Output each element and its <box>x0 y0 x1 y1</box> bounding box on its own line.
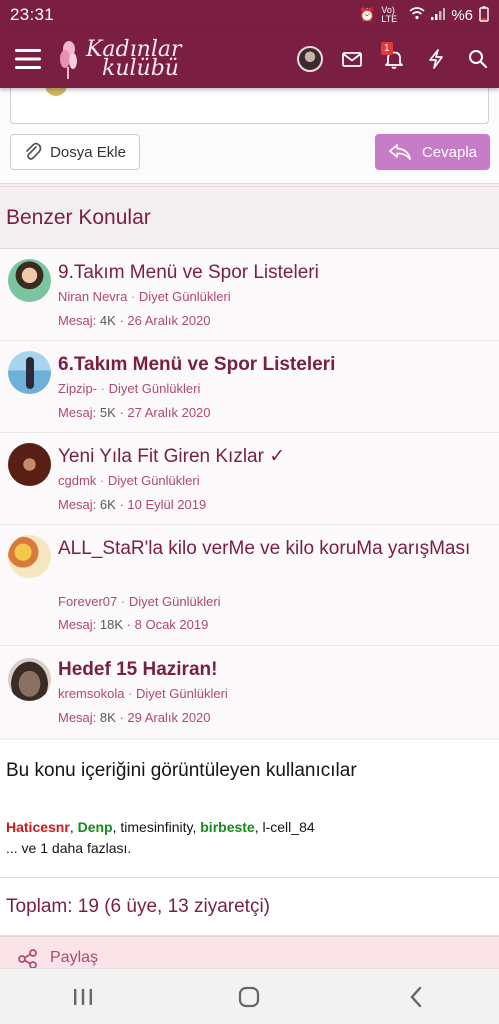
thread-title[interactable]: Yeni Yıla Fit Giren Kızlar ✓ <box>58 443 489 471</box>
thread-meta: Forever07 · Diyet Günlükleri <box>58 594 221 609</box>
alarm-icon: ⏰ <box>359 7 376 22</box>
avatar[interactable] <box>8 259 51 302</box>
status-icons: ⏰ Vo) LTE %6 <box>359 6 489 25</box>
share-button[interactable]: Paylaş <box>0 936 499 968</box>
status-bar: 23:31 ⏰ Vo) LTE %6 <box>0 0 499 30</box>
viewer-link[interactable]: timesinfinity <box>120 819 192 835</box>
online-total: Toplam: 19 (6 üye, 13 ziyaretçi) <box>0 878 499 936</box>
recent-apps-icon[interactable] <box>43 969 123 1024</box>
thread-author[interactable]: Niran Nevra <box>58 289 127 304</box>
list-item[interactable]: ALL_StaR'la kilo verMe ve kilo koruMa ya… <box>0 525 499 646</box>
thread-title[interactable]: 9.Takım Menü ve Spor Listeleri <box>58 259 489 287</box>
list-item[interactable]: Yeni Yıla Fit Giren Kızlar ✓ cgdmk · Diy… <box>0 433 499 525</box>
wifi-icon <box>409 7 425 23</box>
attach-file-label: Dosya Ekle <box>50 143 126 161</box>
thread-meta: Zipzip- · Diyet Günlükleri <box>58 381 201 396</box>
thread-title[interactable]: Hedef 15 Haziran! <box>58 656 489 684</box>
reply-editor[interactable] <box>10 82 489 124</box>
posts-label: Mesaj: <box>58 497 97 512</box>
thread-forum[interactable]: Diyet Günlükleri <box>129 594 221 609</box>
hamburger-icon[interactable] <box>0 30 56 88</box>
posts-label: Mesaj: <box>58 405 97 420</box>
viewers-more[interactable]: ... ve 1 daha fazlası. <box>6 840 131 856</box>
thread-title[interactable]: 6.Takım Menü ve Spor Listeleri <box>58 351 489 379</box>
posts-count: 5K <box>99 405 116 420</box>
network-label: Vo) LTE <box>381 5 398 24</box>
viewer-link[interactable]: birbeste <box>200 819 254 835</box>
notification-badge: 1 <box>381 42 393 55</box>
avatar[interactable] <box>8 443 51 486</box>
thread-forum[interactable]: Diyet Günlükleri <box>108 473 200 488</box>
related-threads-heading: Benzer Konular <box>0 187 499 249</box>
battery-level: %6 <box>451 6 473 24</box>
thread-viewers: Bu konu içeriğini görüntüleyen kullanıcı… <box>0 740 499 878</box>
avatar[interactable] <box>8 351 51 394</box>
viewer-link[interactable]: Haticesnr <box>6 819 70 835</box>
bolt-icon[interactable] <box>415 30 457 88</box>
thread-author[interactable]: cgdmk <box>58 473 96 488</box>
posts-count: 8K <box>99 710 116 725</box>
avatar[interactable] <box>8 535 51 578</box>
thread-author[interactable]: Forever07 <box>58 594 117 609</box>
thread-date: 26 Aralık 2020 <box>127 313 211 328</box>
site-logo[interactable]: Kadınlar kulübü <box>56 30 182 88</box>
thread-meta: kremsokola · Diyet Günlükleri <box>58 686 228 701</box>
list-item[interactable]: 9.Takım Menü ve Spor Listeleri Niran Nev… <box>0 249 499 341</box>
signal-icon <box>431 7 446 23</box>
bell-icon[interactable]: 1 <box>373 30 415 88</box>
thread-meta: cgdmk · Diyet Günlükleri <box>58 473 200 488</box>
thread-stats: Mesaj: 6K · 10 Eylül 2019 <box>58 497 207 512</box>
thread-date: 27 Aralık 2020 <box>127 405 211 420</box>
list-item[interactable]: Hedef 15 Haziran! kremsokola · Diyet Gün… <box>0 646 499 738</box>
thread-stats: Mesaj: 18K · 8 Ocak 2019 <box>58 617 209 632</box>
thread-date: 29 Aralık 2020 <box>127 710 211 725</box>
logo-flower-icon <box>60 41 77 79</box>
share-label: Paylaş <box>50 949 99 966</box>
reply-icon <box>389 144 411 160</box>
home-icon[interactable] <box>209 969 289 1024</box>
viewer-link[interactable]: l-cell_84 <box>263 819 315 835</box>
paperclip-icon <box>26 142 42 160</box>
back-icon[interactable] <box>376 969 456 1024</box>
posts-label: Mesaj: <box>58 710 97 725</box>
app-header: Kadınlar kulübü 1 <box>0 30 499 88</box>
thread-forum[interactable]: Diyet Günlükleri <box>109 381 201 396</box>
thread-title[interactable]: ALL_StaR'la kilo verMe ve kilo koruMa ya… <box>58 535 489 563</box>
thread-stats: Mesaj: 4K · 26 Aralık 2020 <box>58 313 211 328</box>
posts-count: 6K <box>99 497 116 512</box>
posts-count: 4K <box>99 313 116 328</box>
posts-label: Mesaj: <box>58 313 97 328</box>
thread-stats: Mesaj: 5K · 27 Aralık 2020 <box>58 405 211 420</box>
thread-author[interactable]: Zipzip- <box>58 381 97 396</box>
attach-file-button[interactable]: Dosya Ekle <box>10 134 140 170</box>
related-threads: Benzer Konular 9.Takım Menü ve Spor List… <box>0 186 499 738</box>
thread-date: 10 Eylül 2019 <box>127 497 207 512</box>
logo-text: Kadınlar kulübü <box>86 39 182 80</box>
viewer-link[interactable]: Denp <box>78 819 113 835</box>
reply-button[interactable]: Cevapla <box>375 134 490 170</box>
viewers-heading: Bu konu içeriğini görüntüleyen kullanıcı… <box>6 760 357 781</box>
system-nav-bar <box>0 968 499 1024</box>
thread-author[interactable]: kremsokola <box>58 686 124 701</box>
viewer-list: Haticesnr, Denp, timesinfinity, birbeste… <box>6 819 315 835</box>
mail-icon[interactable] <box>331 30 373 88</box>
avatar <box>297 46 323 72</box>
reply-area: Dosya Ekle Cevapla <box>0 82 499 184</box>
thread-date: 8 Ocak 2019 <box>134 617 209 632</box>
battery-icon <box>479 5 489 25</box>
posts-count: 18K <box>99 617 124 632</box>
status-time: 23:31 <box>10 5 55 24</box>
user-avatar-button[interactable] <box>289 30 331 88</box>
search-icon[interactable] <box>457 30 499 88</box>
list-item[interactable]: 6.Takım Menü ve Spor Listeleri Zipzip- ·… <box>0 341 499 433</box>
thread-meta: Niran Nevra · Diyet Günlükleri <box>58 289 231 304</box>
share-icon <box>18 949 37 968</box>
posts-label: Mesaj: <box>58 617 97 632</box>
avatar[interactable] <box>8 658 51 701</box>
reply-label: Cevapla <box>421 143 478 161</box>
thread-stats: Mesaj: 8K · 29 Aralık 2020 <box>58 710 211 725</box>
thread-forum[interactable]: Diyet Günlükleri <box>139 289 231 304</box>
thread-forum[interactable]: Diyet Günlükleri <box>136 686 228 701</box>
